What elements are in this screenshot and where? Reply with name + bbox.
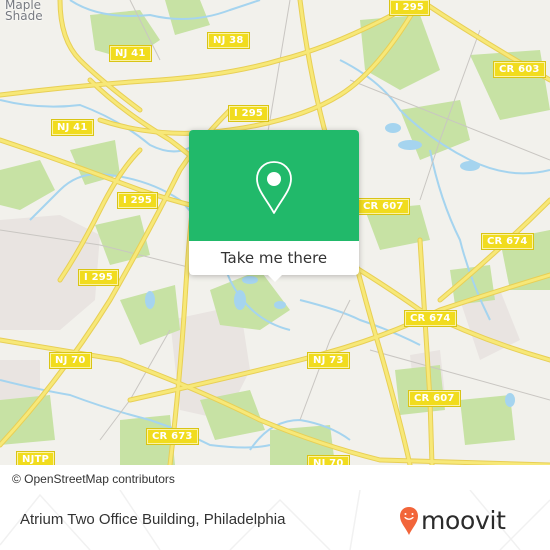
road-shield-cr674: CR 674 (481, 233, 534, 250)
popup-pointer (267, 274, 283, 282)
moovit-wordmark: moovit (421, 506, 506, 535)
place-title: Atrium Two Office Building, Philadelphia (20, 511, 286, 528)
footer-bar: Atrium Two Office Building, Philadelphia… (0, 490, 550, 550)
moovit-drop-icon (400, 507, 418, 535)
road-shield-nj70: NJ 70 (307, 455, 350, 465)
map-canvas[interactable]: Maple Shade I 295 NJ 38 NJ 41 CR 603 I 2… (0, 0, 550, 465)
road-shield-i295: I 295 (227, 105, 270, 122)
road-shield-nj70: NJ 70 (49, 352, 92, 369)
road-shield-i295: I 295 (388, 0, 431, 16)
osm-attribution[interactable]: © OpenStreetMap contributors (0, 469, 187, 490)
map-pin-icon (256, 161, 292, 214)
road-shield-cr673: CR 673 (146, 428, 199, 445)
take-me-there-button[interactable]: Take me there (189, 241, 359, 275)
moovit-logo[interactable]: moovit (399, 504, 506, 538)
road-shield-i295: I 295 (77, 269, 120, 286)
road-shield-cr674: CR 674 (404, 310, 457, 327)
popup-header[interactable] (189, 130, 359, 241)
take-me-there-popup[interactable]: Take me there (189, 130, 359, 282)
place-label-line: Shade (5, 9, 43, 23)
road-shield-nj73: NJ 73 (307, 352, 350, 369)
road-shield-nj41: NJ 41 (51, 119, 94, 136)
road-shield-nj41: NJ 41 (109, 45, 152, 62)
road-shield-nj38: NJ 38 (207, 32, 250, 49)
road-shield-cr603: CR 603 (493, 61, 546, 78)
road-shield-i295: I 295 (116, 192, 159, 209)
road-shield-njtp: NJTP (15, 451, 56, 465)
place-label-maple-shade: Maple Shade (5, 0, 43, 22)
road-shield-cr607: CR 607 (408, 390, 461, 407)
road-shield-cr607: CR 607 (357, 198, 410, 215)
